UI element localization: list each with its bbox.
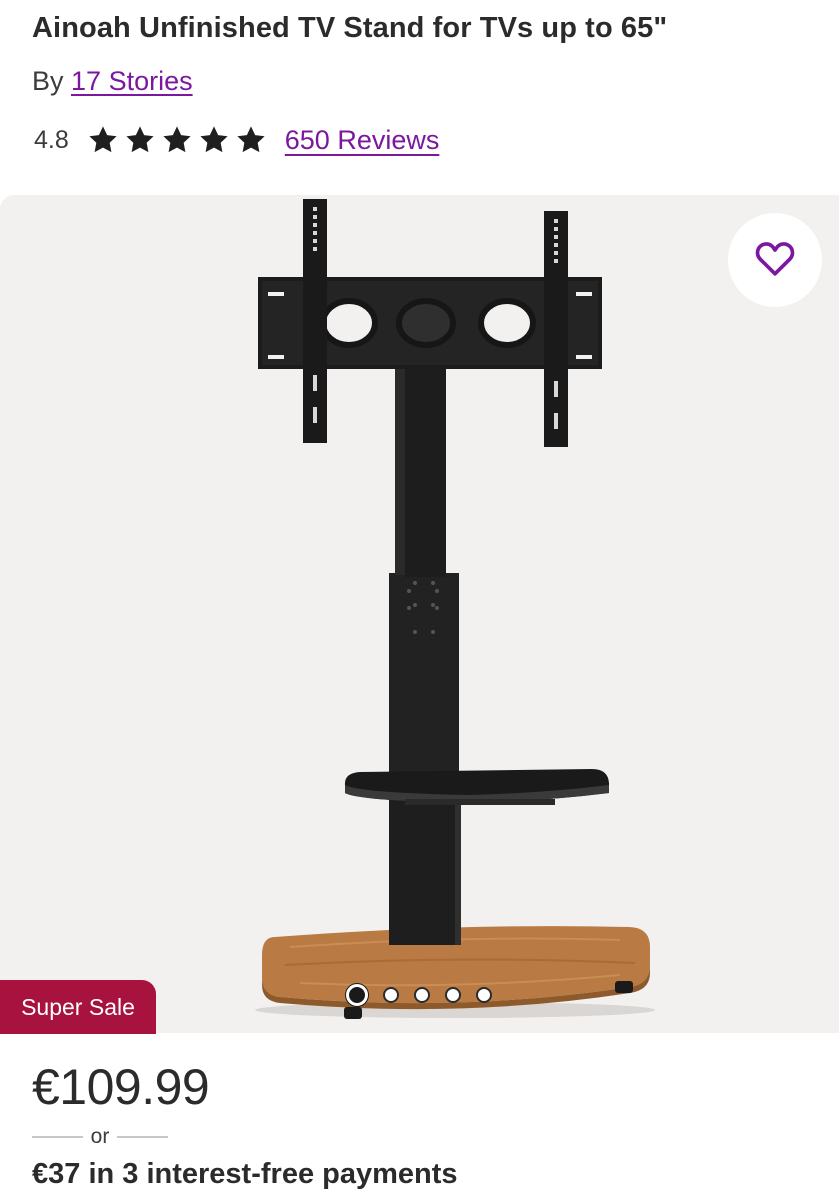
product-image bbox=[255, 199, 655, 1019]
rating-row: 4.8 650 Reviews bbox=[34, 120, 439, 160]
price: €109.99 bbox=[32, 1059, 210, 1115]
star-icon bbox=[161, 124, 193, 156]
carousel-dot[interactable] bbox=[383, 987, 399, 1003]
or-divider: or bbox=[32, 1124, 168, 1150]
carousel-dots bbox=[346, 984, 492, 1006]
carousel-dot[interactable] bbox=[346, 984, 368, 1006]
brand-link[interactable]: 17 Stories bbox=[71, 66, 193, 96]
star-icon bbox=[124, 124, 156, 156]
heart-icon bbox=[755, 239, 795, 282]
product-image-gallery[interactable] bbox=[0, 195, 839, 1033]
divider-line bbox=[32, 1136, 83, 1138]
rating-value: 4.8 bbox=[34, 125, 69, 154]
sale-badge: Super Sale bbox=[0, 980, 156, 1034]
star-icon bbox=[235, 124, 267, 156]
star-rating bbox=[87, 124, 267, 156]
byline-prefix: By bbox=[32, 66, 64, 96]
reviews-link[interactable]: 650 Reviews bbox=[285, 125, 440, 156]
product-title: Ainoah Unfinished TV Stand for TVs up to… bbox=[32, 12, 668, 44]
carousel-dot[interactable] bbox=[414, 987, 430, 1003]
favorite-button[interactable] bbox=[728, 213, 822, 307]
or-label: or bbox=[90, 1125, 110, 1148]
star-icon bbox=[198, 124, 230, 156]
byline: By 17 Stories bbox=[32, 66, 193, 97]
carousel-dot[interactable] bbox=[445, 987, 461, 1003]
star-icon bbox=[87, 124, 119, 156]
installment-plan: €37 in 3 interest-free payments bbox=[32, 1158, 458, 1190]
carousel-dot[interactable] bbox=[476, 987, 492, 1003]
divider-line bbox=[117, 1136, 168, 1138]
